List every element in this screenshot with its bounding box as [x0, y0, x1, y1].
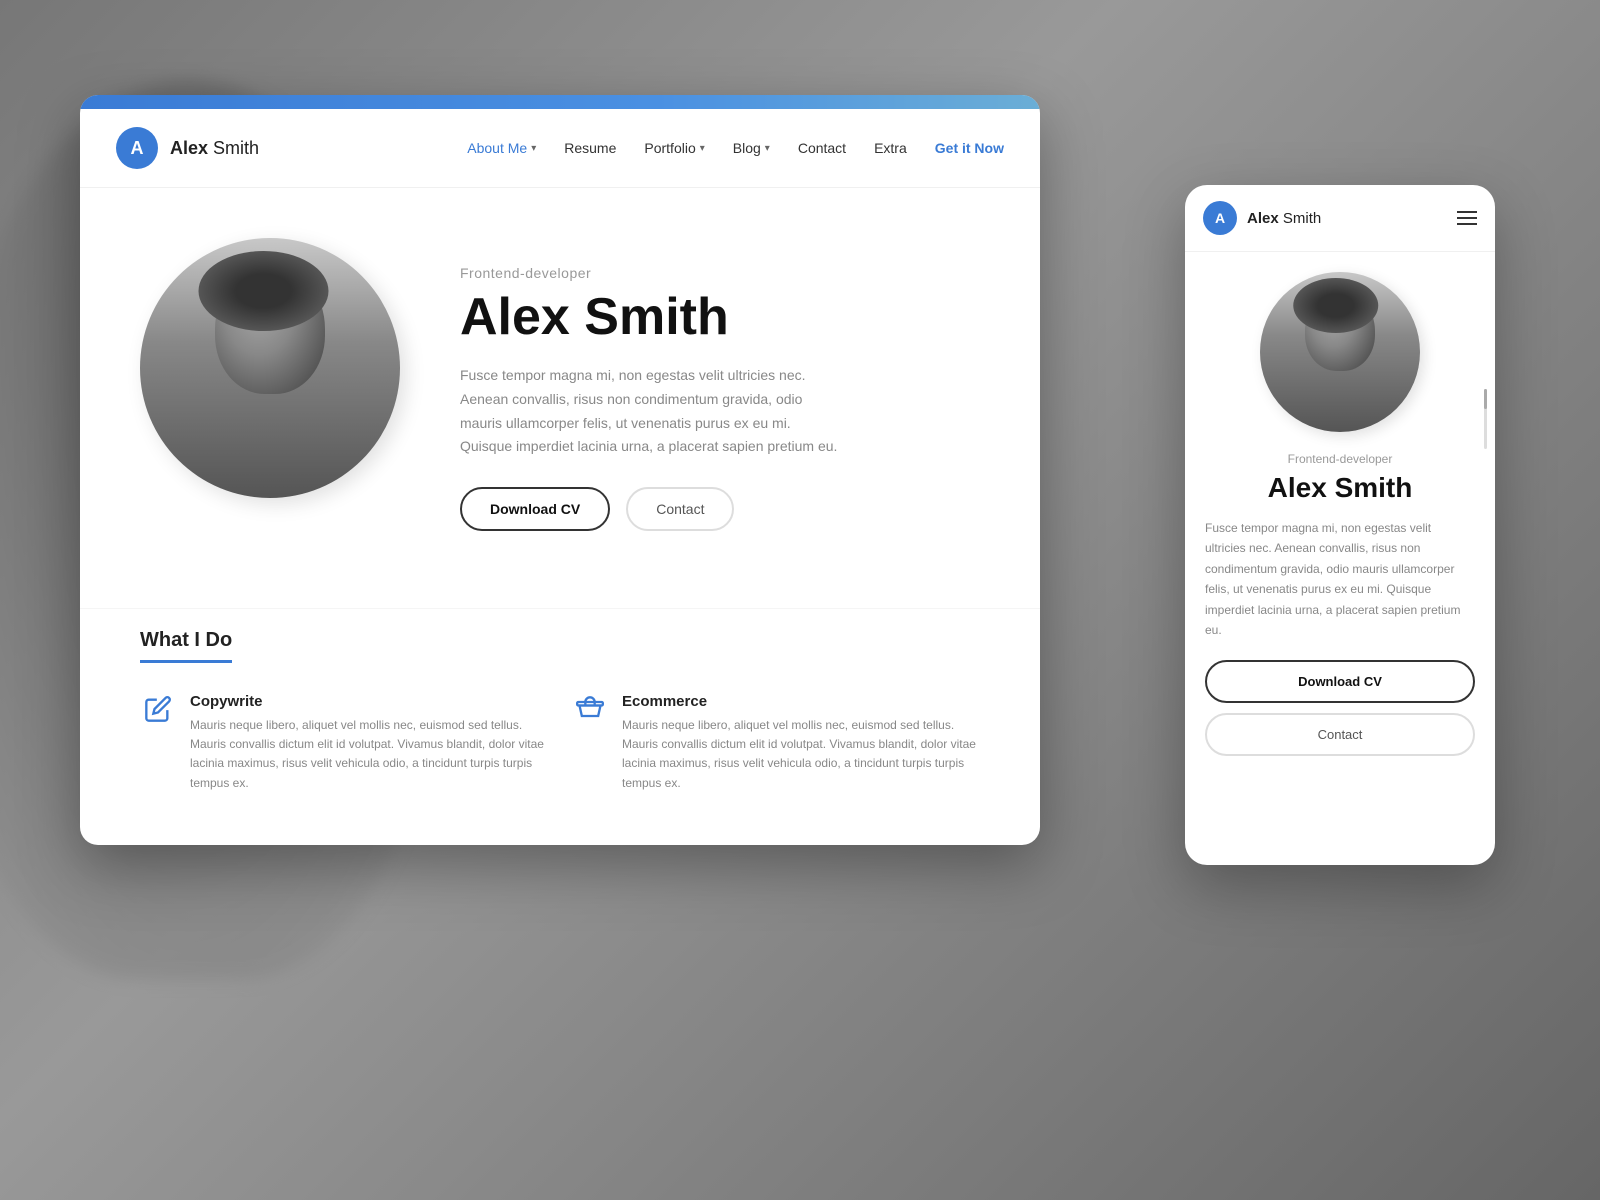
mobile-avatar-circle — [1260, 272, 1420, 432]
hero-buttons: Download CV Contact — [460, 487, 960, 531]
hamburger-line-2 — [1457, 217, 1477, 219]
hero-description: Fusce tempor magna mi, non egestas velit… — [460, 364, 840, 459]
chevron-down-icon: ▾ — [531, 143, 536, 154]
mobile-contact-button[interactable]: Contact — [1205, 713, 1475, 756]
service-text-ecommerce: Ecommerce Mauris neque libero, aliquet v… — [622, 693, 980, 793]
mobile-scrollbar[interactable] — [1484, 389, 1487, 449]
services-grid: Copywrite Mauris neque libero, aliquet v… — [140, 693, 980, 793]
mobile-hero-description: Fusce tempor magna mi, non egestas velit… — [1205, 518, 1475, 640]
hero-section: Frontend-developer Alex Smith Fusce temp… — [80, 188, 1040, 608]
mobile-avatar-image — [1260, 272, 1420, 432]
service-text-copywrite: Copywrite Mauris neque libero, aliquet v… — [190, 693, 548, 793]
store-icon — [572, 693, 608, 729]
nav-link-get-it-now[interactable]: Get it Now — [935, 140, 1004, 156]
nav-link-extra[interactable]: Extra — [874, 140, 907, 156]
mobile-logo-name[interactable]: Alex Smith — [1247, 210, 1321, 227]
logo-name[interactable]: Alex Smith — [170, 138, 259, 159]
hero-name: Alex Smith — [460, 289, 960, 346]
chevron-down-icon: ▾ — [765, 143, 770, 154]
hamburger-line-1 — [1457, 211, 1477, 213]
what-i-do-section: What I Do Copywrite Mauris neque libero,… — [80, 608, 1040, 833]
nav-link-blog[interactable]: Blog ▾ — [733, 140, 770, 156]
service-item-copywrite: Copywrite Mauris neque libero, aliquet v… — [140, 693, 548, 793]
avatar-circle — [140, 238, 400, 498]
avatar-container — [140, 238, 400, 558]
pencil-icon — [140, 693, 176, 729]
hamburger-menu-button[interactable] — [1457, 211, 1477, 225]
section-title: What I Do — [140, 629, 232, 663]
mobile-content: Frontend-developer Alex Smith Fusce temp… — [1185, 252, 1495, 864]
hamburger-line-3 — [1457, 223, 1477, 225]
service-item-ecommerce: Ecommerce Mauris neque libero, aliquet v… — [572, 693, 980, 793]
hero-content: Frontend-developer Alex Smith Fusce temp… — [460, 265, 960, 531]
mobile-window: A Alex Smith Frontend-developer Alex Smi… — [1185, 185, 1495, 865]
desktop-nav: A Alex Smith About Me ▾ Resume Portfolio… — [80, 109, 1040, 188]
nav-link-portfolio[interactable]: Portfolio ▾ — [644, 140, 704, 156]
avatar-image — [140, 238, 400, 498]
header-bar — [80, 95, 1040, 109]
service-title-ecommerce: Ecommerce — [622, 693, 980, 710]
hero-subtitle: Frontend-developer — [460, 265, 960, 281]
mobile-scrollbar-thumb — [1484, 389, 1487, 409]
service-desc-ecommerce: Mauris neque libero, aliquet vel mollis … — [622, 716, 980, 793]
mobile-logo-avatar[interactable]: A — [1203, 201, 1237, 235]
nav-link-contact[interactable]: Contact — [798, 140, 846, 156]
nav-links: About Me ▾ Resume Portfolio ▾ Blog ▾ Con… — [467, 140, 1004, 156]
mobile-hero-name: Alex Smith — [1205, 472, 1475, 504]
desktop-window: A Alex Smith About Me ▾ Resume Portfolio… — [80, 95, 1040, 845]
logo-avatar[interactable]: A — [116, 127, 158, 169]
chevron-down-icon: ▾ — [700, 143, 705, 154]
nav-link-about[interactable]: About Me ▾ — [467, 140, 536, 156]
mobile-nav: A Alex Smith — [1185, 185, 1495, 252]
mobile-download-cv-button[interactable]: Download CV — [1205, 660, 1475, 703]
download-cv-button[interactable]: Download CV — [460, 487, 610, 531]
mobile-hero-subtitle: Frontend-developer — [1205, 452, 1475, 466]
service-title-copywrite: Copywrite — [190, 693, 548, 710]
service-desc-copywrite: Mauris neque libero, aliquet vel mollis … — [190, 716, 548, 793]
nav-link-resume[interactable]: Resume — [564, 140, 616, 156]
contact-button[interactable]: Contact — [626, 487, 734, 531]
